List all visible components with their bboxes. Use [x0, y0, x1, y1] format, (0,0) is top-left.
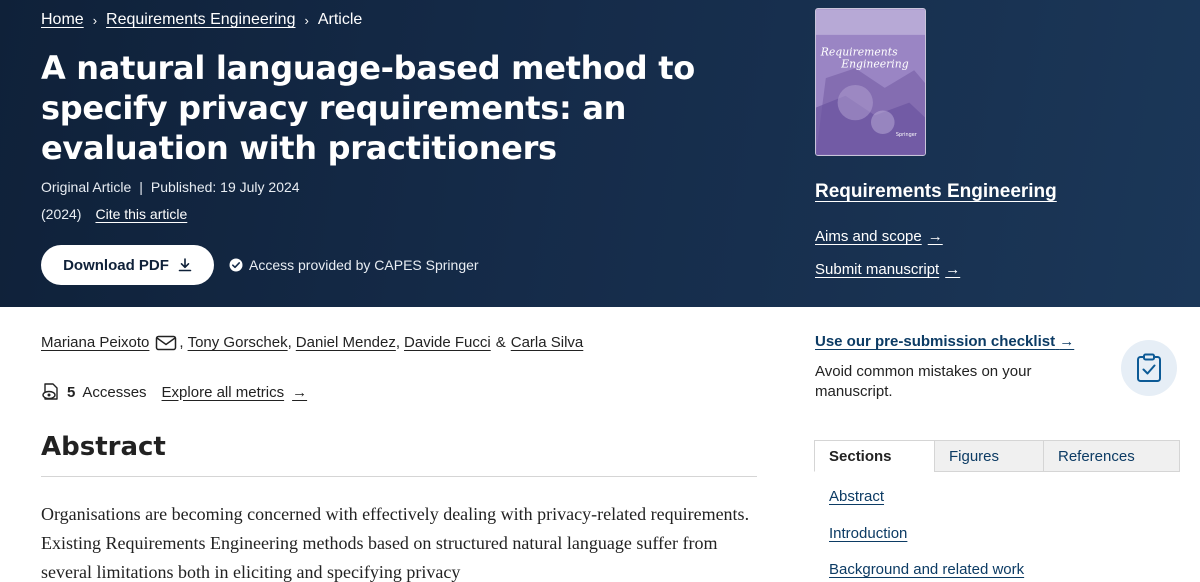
arrow-right-icon: →: [292, 383, 308, 401]
article-header: Home › Requirements Engineering › Articl…: [0, 0, 1200, 307]
journal-name-link[interactable]: Requirements Engineering: [815, 181, 1057, 203]
breadcrumb-current: Article: [317, 11, 363, 28]
access-info: Access provided by CAPES Springer: [229, 257, 479, 273]
chevron-right-icon: ›: [304, 12, 309, 28]
toc-item-introduction[interactable]: Introduction: [829, 525, 907, 542]
author-separator: &: [495, 334, 506, 351]
aims-scope-label: Aims and scope: [815, 228, 922, 245]
submit-manuscript-label: Submit manuscript: [815, 261, 940, 278]
arrow-right-icon: →: [1059, 333, 1075, 350]
explore-metrics-link[interactable]: Explore all metrics →: [162, 384, 308, 401]
breadcrumb-journal[interactable]: Requirements Engineering: [106, 11, 295, 29]
toc-item-abstract[interactable]: Abstract: [829, 488, 884, 505]
author-separator: ,: [179, 334, 184, 351]
divider: [41, 476, 757, 477]
breadcrumb: Home › Requirements Engineering › Articl…: [41, 11, 362, 29]
cover-publisher: Springer: [896, 132, 918, 138]
download-pdf-button[interactable]: Download PDF: [41, 245, 214, 285]
download-pdf-label: Download PDF: [63, 256, 169, 274]
tab-figures[interactable]: Figures: [934, 440, 1044, 472]
article-title: A natural language-based method to speci…: [41, 49, 695, 167]
author-link[interactable]: Mariana Peixoto: [41, 334, 149, 351]
author-link[interactable]: Davide Fucci: [404, 334, 491, 351]
chevron-right-icon: ›: [92, 12, 98, 28]
accesses-icon: [42, 383, 58, 400]
breadcrumb-home[interactable]: Home: [41, 11, 84, 29]
article-year: (2024): [41, 206, 82, 222]
abstract-heading: Abstract: [41, 432, 166, 462]
article-nav-tabs: Sections Figures References: [814, 440, 1180, 472]
author-list: Mariana Peixoto , Tony Gorschek , Daniel…: [41, 334, 583, 351]
checklist-description: Avoid common mistakes on your manuscript…: [815, 363, 1032, 400]
author-link[interactable]: Tony Gorschek: [188, 334, 288, 351]
pre-submission-checklist-link[interactable]: Use our pre-submission checklist →: [815, 333, 1074, 350]
published-date: Published: 19 July 2024: [150, 179, 300, 195]
arrow-right-icon: →: [945, 261, 961, 278]
meta-divider: |: [139, 179, 143, 195]
abstract-text: Organisations are becoming concerned wit…: [41, 504, 750, 582]
cover-title-2: Engineering: [840, 57, 909, 70]
article-citation-row: (2024) Cite this article: [41, 206, 187, 222]
author-link[interactable]: Carla Silva: [511, 334, 584, 351]
download-icon: [178, 258, 192, 272]
cite-article-link[interactable]: Cite this article: [95, 206, 187, 222]
arrow-right-icon: →: [927, 228, 943, 245]
checklist-icon: [1121, 340, 1177, 396]
author-separator: ,: [395, 334, 401, 351]
author-link[interactable]: Daniel Mendez: [296, 334, 396, 351]
tab-references[interactable]: References: [1043, 440, 1180, 472]
cover-art: Requirements Engineering Springer: [816, 9, 925, 155]
submit-manuscript-link[interactable]: Submit manuscript →: [815, 261, 960, 278]
clipboard-check-icon: [1137, 353, 1161, 382]
checklist-link-label: Use our pre-submission checklist: [815, 333, 1056, 350]
article-meta: Original Article | Published: 19 July 20…: [41, 179, 300, 195]
journal-cover-image[interactable]: Requirements Engineering Springer: [815, 8, 926, 156]
envelope-icon[interactable]: [155, 335, 177, 351]
check-circle-icon: [229, 258, 243, 272]
metrics-row: 5 Accesses Explore all metrics →: [41, 382, 307, 402]
toc-item-background[interactable]: Background and related work: [829, 561, 1024, 578]
accesses-count: 5: [67, 383, 76, 401]
aims-scope-link[interactable]: Aims and scope →: [815, 228, 943, 245]
article-type: Original Article: [41, 179, 132, 195]
access-text: Access provided by CAPES Springer: [249, 257, 479, 273]
author-separator: ,: [287, 334, 292, 351]
accesses-label: Accesses: [82, 383, 147, 401]
explore-metrics-label: Explore all metrics: [161, 383, 285, 401]
tab-sections[interactable]: Sections: [814, 440, 935, 472]
